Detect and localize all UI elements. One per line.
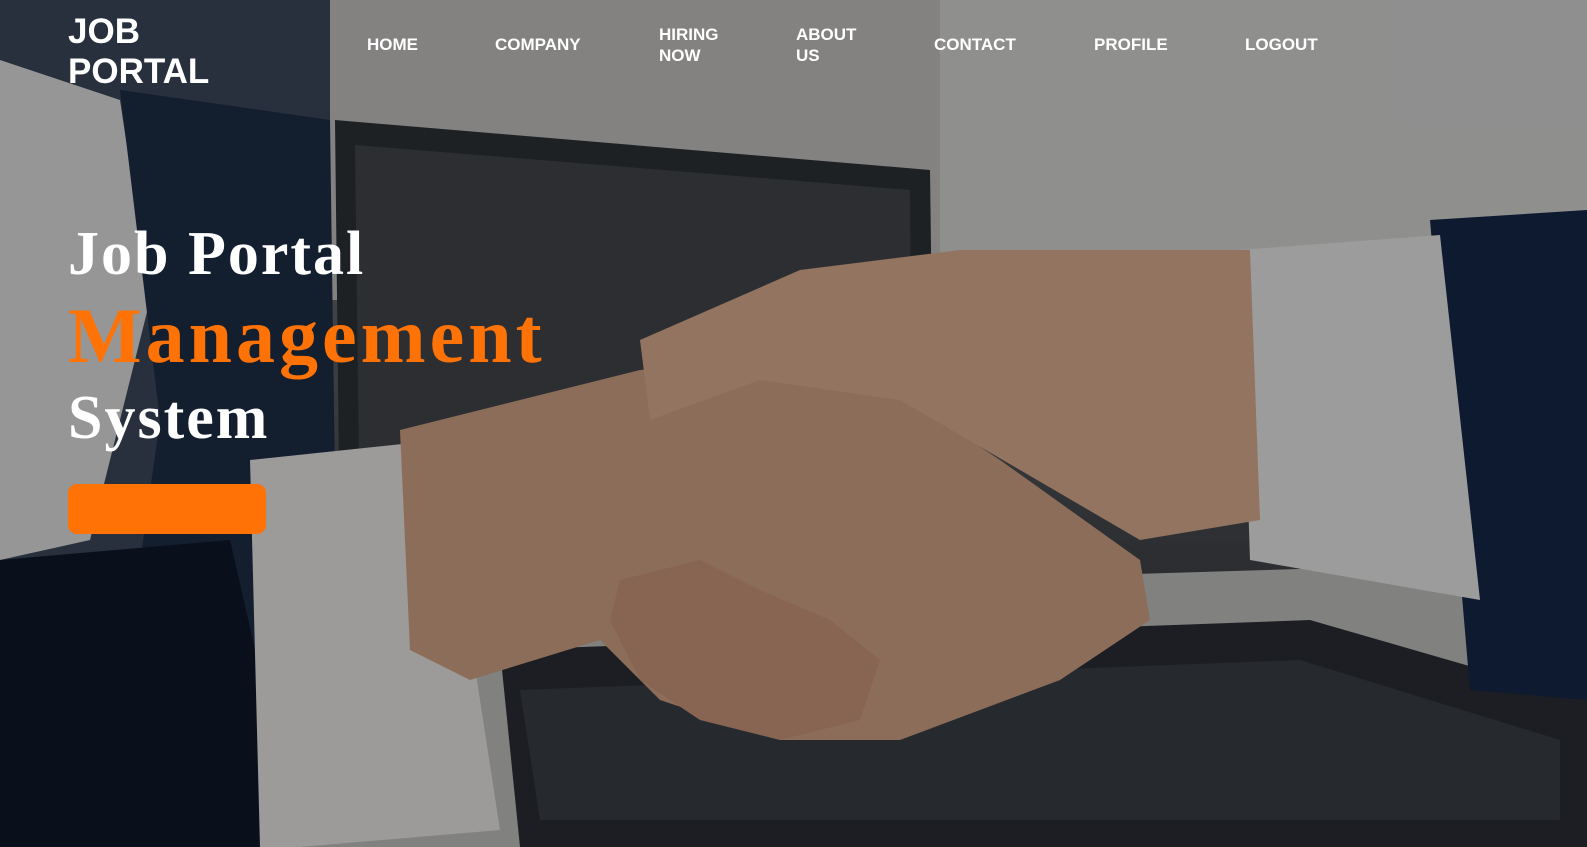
nav-logout[interactable]: LOGOUT <box>1245 34 1318 55</box>
nav-company[interactable]: COMPANY <box>495 34 581 55</box>
nav-profile[interactable]: PROFILE <box>1094 34 1168 55</box>
headline-line-3: System <box>68 384 270 452</box>
cta-button[interactable] <box>68 484 266 534</box>
nav-hiring-now[interactable]: HIRING NOW <box>659 24 729 66</box>
nav-home[interactable]: HOME <box>367 34 418 55</box>
site-logo[interactable]: JOB PORTAL <box>68 12 248 92</box>
nav-contact[interactable]: CONTACT <box>934 34 1016 55</box>
hero-headline: Job Portal Management System <box>68 218 546 454</box>
headline-line-2: Management <box>68 292 546 379</box>
headline-line-1: Job Portal <box>68 220 366 288</box>
nav-about-us[interactable]: ABOUT US <box>796 24 866 66</box>
